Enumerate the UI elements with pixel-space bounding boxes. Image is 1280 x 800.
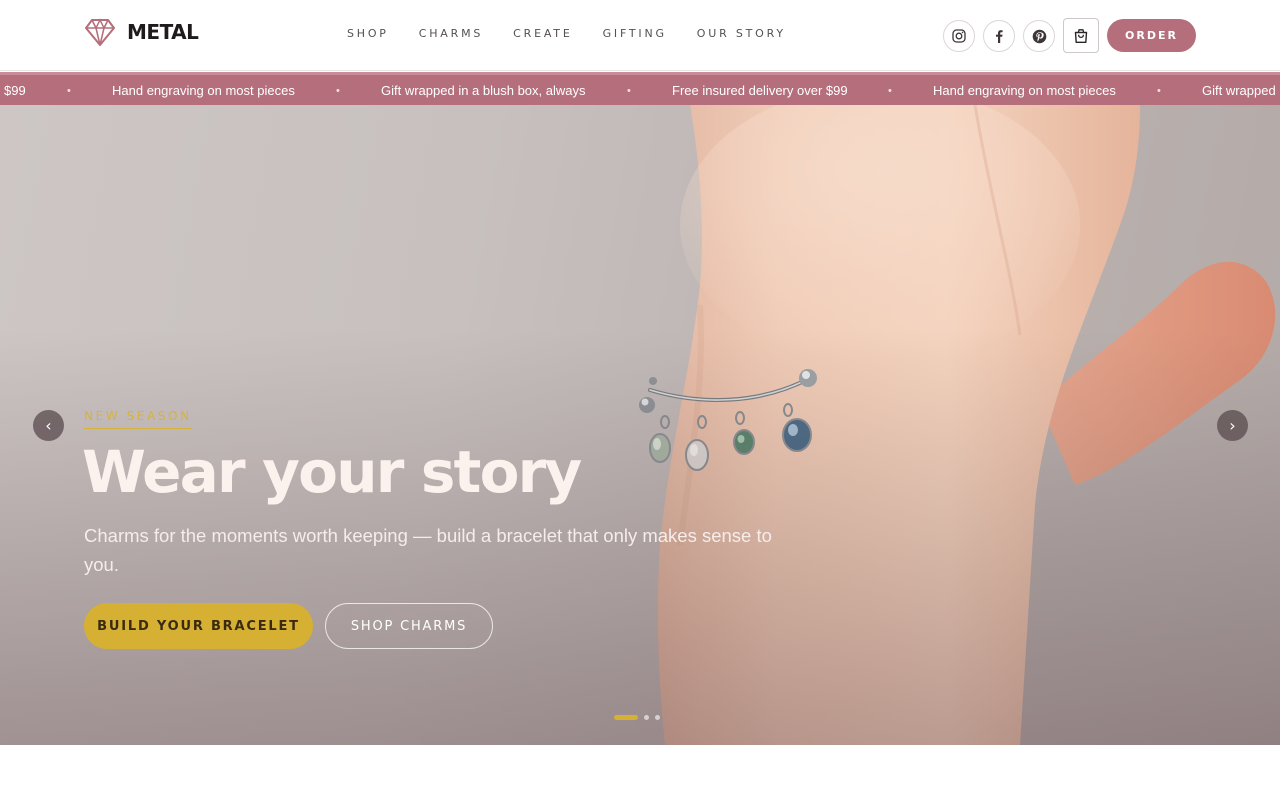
hero-overlay — [0, 105, 1280, 745]
ticker-separator: • — [627, 85, 631, 97]
nav-item-shop[interactable]: SHOP — [347, 27, 389, 40]
ticker-item: Gift wrapped — [1202, 83, 1276, 98]
build-bracelet-button[interactable]: BUILD YOUR BRACELET — [84, 603, 313, 649]
carousel-pagination — [614, 715, 660, 720]
instagram-link[interactable] — [943, 20, 975, 52]
logo[interactable]: METAL — [85, 18, 199, 46]
brand-name: METAL — [127, 20, 199, 44]
ticker-separator: • — [67, 85, 71, 97]
ticker-item: Free insured delivery over $99 — [672, 83, 848, 98]
ticker-item: Gift wrapped in a blush box, always — [381, 83, 586, 98]
nav-item-gifting[interactable]: GIFTING — [603, 27, 667, 40]
ticker-separator: • — [336, 85, 340, 97]
order-button[interactable]: ORDER — [1107, 19, 1196, 52]
facebook-icon — [996, 30, 1003, 43]
facebook-link[interactable] — [983, 20, 1015, 52]
main-nav: SHOP CHARMS CREATE GIFTING OUR STORY — [347, 27, 816, 40]
ticker-item: Hand engraving on most pieces — [933, 83, 1116, 98]
carousel-dot[interactable] — [644, 715, 649, 720]
pinterest-link[interactable] — [1023, 20, 1055, 52]
hero-eyebrow: NEW SEASON — [84, 409, 192, 429]
ticker-item: Hand engraving on most pieces — [112, 83, 295, 98]
announcement-ticker: $99 • Hand engraving on most pieces • Gi… — [0, 72, 1280, 105]
hero-subtitle: Charms for the moments worth keeping — b… — [84, 525, 772, 575]
hero-carousel: ‹ › NEW SEASON Wear your story Charms fo… — [0, 105, 1280, 745]
diamond-icon — [85, 18, 115, 46]
site-header: METAL SHOP CHARMS CREATE GIFTING OUR STO… — [0, 0, 1280, 71]
ticker-separator: • — [1157, 85, 1161, 97]
carousel-next-button[interactable]: › — [1217, 410, 1248, 441]
carousel-dot[interactable] — [655, 715, 660, 720]
shop-charms-button[interactable]: SHOP CHARMS — [325, 603, 493, 649]
carousel-prev-button[interactable]: ‹ — [33, 410, 64, 441]
ticker-separator: • — [888, 85, 892, 97]
pinterest-icon — [1032, 29, 1046, 43]
ticker-item: $99 — [4, 83, 26, 98]
nav-item-create[interactable]: CREATE — [513, 27, 572, 40]
nav-item-our-story[interactable]: OUR STORY — [697, 27, 786, 40]
instagram-icon — [952, 29, 966, 43]
hero-title: Wear your story — [82, 438, 582, 506]
carousel-dot-active[interactable] — [614, 715, 638, 720]
shopping-bag-icon — [1074, 28, 1088, 43]
nav-item-charms[interactable]: CHARMS — [419, 27, 483, 40]
cart-button[interactable] — [1063, 18, 1099, 53]
